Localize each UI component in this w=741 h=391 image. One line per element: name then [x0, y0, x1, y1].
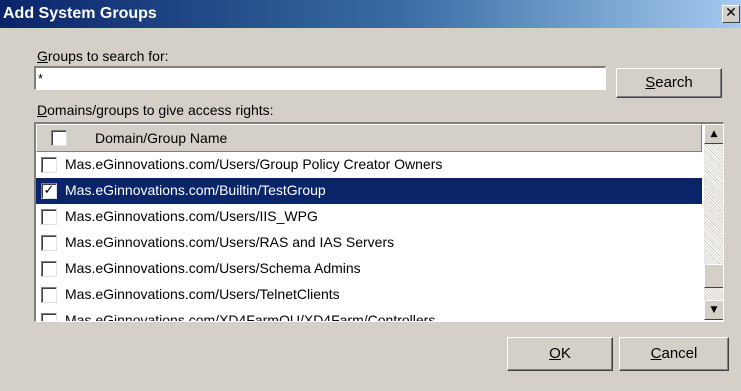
scroll-down-icon: ▼: [710, 305, 718, 315]
groups-search-label: Groups to search for:: [37, 48, 169, 64]
list-item[interactable]: ✓ Mas.eGinnovations.com/Builtin/TestGroup: [36, 178, 702, 204]
list-item-label: Mas.eGinnovations.com/XD4FarmOU/XD4Farm/…: [65, 312, 436, 322]
title-bar: Add System Groups ✕: [0, 0, 741, 28]
ok-button[interactable]: OK: [507, 337, 613, 371]
list-item-label: Mas.eGinnovations.com/Users/TelnetClient…: [65, 286, 340, 302]
row-checkbox[interactable]: [41, 235, 57, 251]
close-icon: ✕: [725, 5, 737, 21]
row-checkbox[interactable]: [41, 313, 57, 321]
row-checkbox[interactable]: [41, 209, 57, 225]
list-item[interactable]: Mas.eGinnovations.com/Users/RAS and IAS …: [36, 230, 702, 256]
list-item[interactable]: Mas.eGinnovations.com/XD4FarmOU/XD4Farm/…: [36, 308, 702, 322]
row-checkbox[interactable]: [41, 157, 57, 173]
column-header[interactable]: Domain/Group Name: [36, 124, 702, 152]
vertical-scrollbar[interactable]: ▲ ▼: [704, 124, 723, 320]
list-item[interactable]: Mas.eGinnovations.com/Users/IIS_WPG: [36, 204, 702, 230]
list-item-label: Mas.eGinnovations.com/Users/RAS and IAS …: [65, 234, 395, 250]
scroll-up-icon: ▲: [710, 129, 718, 139]
scroll-up-button[interactable]: ▲: [704, 124, 723, 144]
domains-list-label: Domains/groups to give access rights:: [37, 102, 274, 118]
search-button[interactable]: Search: [616, 68, 722, 98]
groups-search-input[interactable]: [34, 66, 606, 90]
cancel-button[interactable]: Cancel: [619, 337, 729, 371]
row-checkbox[interactable]: [41, 261, 57, 277]
list-item-label: Mas.eGinnovations.com/Users/Schema Admin…: [65, 260, 361, 276]
domain-group-listview[interactable]: Domain/Group Name Mas.eGinnovations.com/…: [34, 122, 724, 322]
list-item-label: Mas.eGinnovations.com/Builtin/TestGroup: [63, 182, 328, 198]
list-item[interactable]: Mas.eGinnovations.com/Users/Group Policy…: [36, 152, 702, 178]
scroll-down-button[interactable]: ▼: [704, 300, 723, 320]
list-item-label: Mas.eGinnovations.com/Users/IIS_WPG: [65, 208, 318, 224]
list-item[interactable]: Mas.eGinnovations.com/Users/TelnetClient…: [36, 282, 702, 308]
row-checkbox[interactable]: ✓: [41, 183, 57, 199]
list-item-label: Mas.eGinnovations.com/Users/Group Policy…: [65, 156, 443, 172]
row-checkbox[interactable]: [41, 287, 57, 303]
scroll-thumb[interactable]: [704, 264, 723, 288]
select-all-checkbox[interactable]: [51, 130, 67, 146]
list-item[interactable]: Mas.eGinnovations.com/Users/Schema Admin…: [36, 256, 702, 282]
column-header-label: Domain/Group Name: [95, 130, 228, 146]
window-title: Add System Groups: [3, 5, 157, 22]
close-button[interactable]: ✕: [722, 5, 740, 23]
